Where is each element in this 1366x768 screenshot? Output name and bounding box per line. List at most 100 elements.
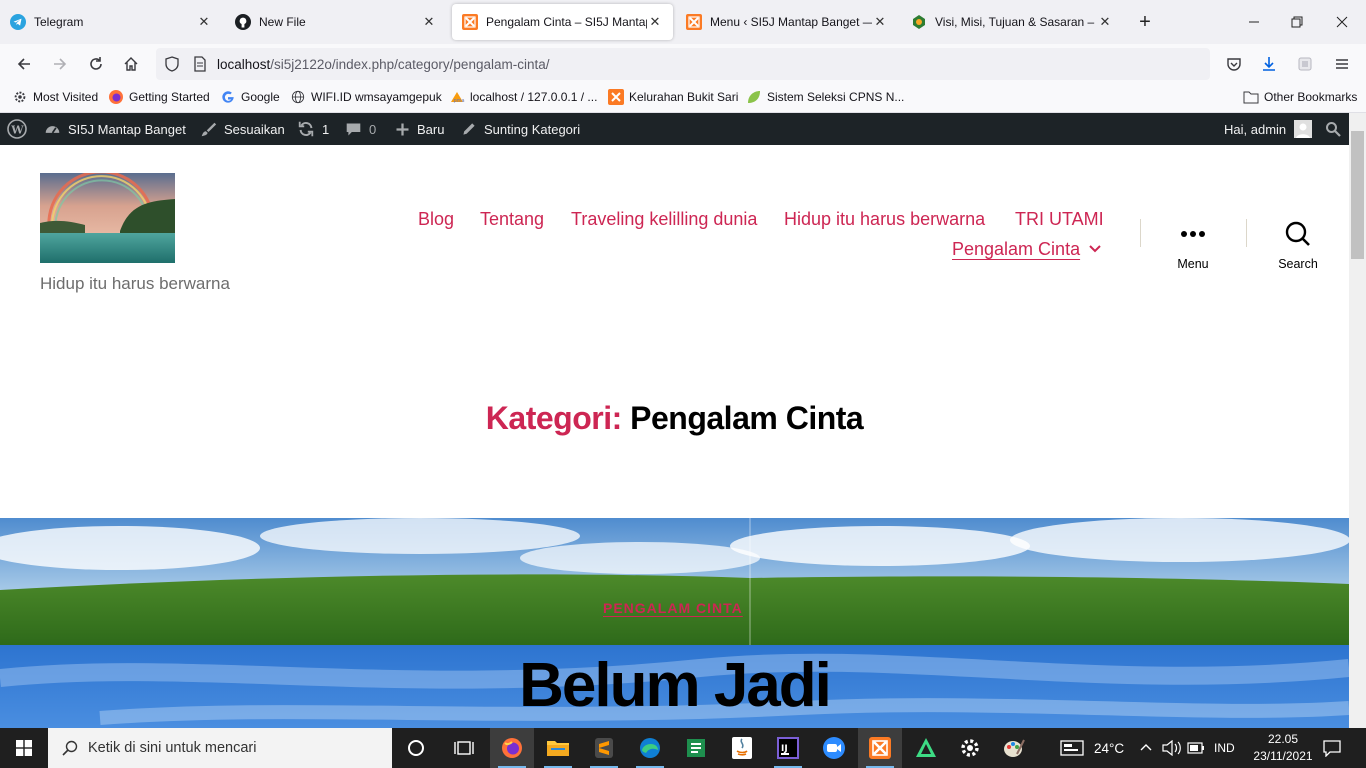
input-language[interactable]: IND bbox=[1214, 728, 1235, 768]
site-tagline: Hidup itu harus berwarna bbox=[40, 274, 230, 293]
close-tab-icon[interactable]: ✕ bbox=[1097, 14, 1113, 30]
downloads-icon[interactable] bbox=[1257, 52, 1281, 76]
close-tab-icon[interactable]: ✕ bbox=[421, 14, 437, 30]
restore-window-button[interactable] bbox=[1283, 8, 1311, 36]
admin-new[interactable]: Baru bbox=[395, 113, 444, 145]
windows-start-icon[interactable] bbox=[2, 728, 46, 768]
tab-label: New File bbox=[259, 15, 306, 29]
close-tab-icon[interactable]: ✕ bbox=[872, 14, 888, 30]
firefox-icon[interactable] bbox=[490, 728, 534, 768]
clock-date: 23/11/2021 bbox=[1253, 749, 1313, 763]
extension-icon[interactable] bbox=[1293, 52, 1317, 76]
admin-search-icon[interactable] bbox=[1325, 113, 1348, 145]
java-icon[interactable] bbox=[720, 728, 764, 768]
admin-customize[interactable]: Sesuaikan bbox=[200, 113, 285, 145]
bookmark-label: Getting Started bbox=[129, 90, 210, 104]
clock-time: 22.05 bbox=[1267, 732, 1299, 746]
tab-menu[interactable]: Menu ‹ SI5J Mantap Banget — W ✕ bbox=[676, 4, 898, 40]
text-editor-icon[interactable] bbox=[674, 728, 718, 768]
site-logo-icon bbox=[911, 14, 927, 30]
settings-gear-icon[interactable] bbox=[948, 728, 992, 768]
weather-widget[interactable]: 24°C bbox=[1060, 728, 1124, 768]
admin-site-name-label: SI5J Mantap Banget bbox=[68, 121, 186, 137]
updates-icon bbox=[298, 121, 314, 137]
firefox-icon bbox=[108, 89, 124, 105]
site-logo[interactable] bbox=[40, 173, 175, 263]
show-hidden-icons-chevron-icon[interactable] bbox=[1139, 728, 1153, 768]
post-category-link[interactable]: PENGALAM CINTA bbox=[603, 600, 743, 616]
admin-greeting: Hai, admin bbox=[1224, 121, 1287, 137]
sublime-text-icon[interactable] bbox=[582, 728, 626, 768]
paint-icon[interactable] bbox=[992, 728, 1036, 768]
intellij-icon[interactable]: IJ bbox=[766, 728, 810, 768]
admin-site-name[interactable]: SI5J Mantap Banget bbox=[44, 113, 186, 145]
new-tab-button[interactable]: + bbox=[1131, 8, 1159, 36]
plus-icon bbox=[396, 123, 409, 135]
task-view-icon[interactable] bbox=[442, 728, 486, 768]
search-toggle-label: Search bbox=[1278, 257, 1318, 271]
close-tab-icon[interactable]: ✕ bbox=[647, 14, 663, 30]
cortana-icon[interactable] bbox=[394, 728, 438, 768]
taskbar-search-box[interactable]: Ketik di sini untuk mencari bbox=[48, 728, 392, 768]
home-icon[interactable] bbox=[119, 52, 143, 76]
chevron-down-icon[interactable] bbox=[1088, 242, 1102, 261]
shield-icon[interactable] bbox=[164, 56, 180, 75]
volume-icon[interactable] bbox=[1162, 728, 1182, 768]
other-bookmarks[interactable]: Other Bookmarks bbox=[1243, 89, 1357, 105]
admin-updates[interactable]: 1 bbox=[297, 113, 329, 145]
hamburger-menu-icon[interactable] bbox=[1330, 52, 1354, 76]
search-icon bbox=[62, 740, 78, 756]
admin-customize-label: Sesuaikan bbox=[224, 121, 285, 137]
bookmark-most-visited[interactable]: Most Visited bbox=[12, 89, 98, 105]
tab-new-file[interactable]: New File ✕ bbox=[225, 4, 447, 40]
url-path: /si5j2122o/index.php/category/pengalam-c… bbox=[270, 56, 550, 72]
tab-visi-misi[interactable]: Visi, Misi, Tujuan & Sasaran – IS ✕ bbox=[901, 4, 1123, 40]
nav-pengalam-cinta[interactable]: Pengalam Cinta bbox=[952, 239, 1080, 260]
nav-tri-utami[interactable]: TRI UTAMI bbox=[1015, 209, 1104, 230]
page-info-icon[interactable] bbox=[192, 56, 208, 75]
back-arrow-icon[interactable] bbox=[12, 52, 36, 76]
bookmark-wifi-id[interactable]: WIFI.ID wmsayamgepuk bbox=[290, 89, 442, 105]
nav-tentang[interactable]: Tentang bbox=[480, 209, 544, 230]
minimize-window-button[interactable] bbox=[1240, 8, 1268, 36]
admin-comments[interactable]: 0 bbox=[345, 113, 376, 145]
bookmark-google[interactable]: Google bbox=[220, 89, 280, 105]
close-tab-icon[interactable]: ✕ bbox=[196, 14, 212, 30]
bookmark-getting-started[interactable]: Getting Started bbox=[108, 89, 210, 105]
forward-arrow-icon[interactable] bbox=[48, 52, 72, 76]
nav-blog[interactable]: Blog bbox=[418, 209, 454, 230]
reload-icon[interactable] bbox=[84, 52, 108, 76]
file-explorer-icon[interactable] bbox=[536, 728, 580, 768]
bookmark-localhost[interactable]: pma localhost / 127.0.0.1 / ... bbox=[449, 89, 597, 105]
search-toggle-button[interactable]: Search bbox=[1270, 219, 1326, 271]
tab-pengalam-cinta[interactable]: Pengalam Cinta – SI5J Mantap B ✕ bbox=[452, 4, 673, 40]
post-featured-image[interactable]: PENGALAM CINTA Belum Jadi bbox=[0, 518, 1349, 728]
menu-toggle-button[interactable]: Menu bbox=[1165, 219, 1221, 271]
google-icon bbox=[220, 89, 236, 105]
scrollbar-thumb[interactable] bbox=[1351, 131, 1364, 259]
bookmarks-bar: Most Visited Getting Started Google WIFI… bbox=[0, 84, 1366, 113]
wordpress-logo-icon[interactable]: W bbox=[7, 113, 34, 145]
android-studio-icon[interactable] bbox=[904, 728, 948, 768]
bookmark-kelurahan[interactable]: Kelurahan Bukit Sari bbox=[608, 89, 738, 105]
github-icon bbox=[235, 14, 251, 30]
tab-telegram[interactable]: Telegram ✕ bbox=[0, 4, 222, 40]
pocket-icon[interactable] bbox=[1222, 52, 1246, 76]
ellipsis-icon bbox=[1181, 231, 1205, 237]
bookmark-cpns[interactable]: Sistem Seleksi CPNS N... bbox=[746, 89, 904, 105]
close-window-button[interactable] bbox=[1328, 8, 1356, 36]
xampp-icon[interactable] bbox=[858, 728, 902, 768]
menu-toggle-label: Menu bbox=[1177, 257, 1209, 271]
nav-traveling[interactable]: Traveling kelilling dunia bbox=[571, 209, 757, 230]
admin-edit-category[interactable]: Sunting Kategori bbox=[461, 113, 580, 145]
nav-hidup[interactable]: Hidup itu harus berwarna bbox=[784, 209, 985, 230]
battery-icon[interactable] bbox=[1187, 728, 1205, 768]
tab-label: Telegram bbox=[34, 15, 84, 29]
post-title[interactable]: Belum Jadi bbox=[0, 650, 1349, 721]
notification-center-icon[interactable] bbox=[1322, 728, 1342, 768]
clock[interactable]: 22.05 23/11/2021 bbox=[1248, 728, 1318, 768]
zoom-icon[interactable] bbox=[812, 728, 856, 768]
edge-icon[interactable] bbox=[628, 728, 672, 768]
admin-account[interactable]: Hai, admin bbox=[1224, 113, 1313, 145]
address-bar[interactable]: localhost/si5j2122o/index.php/category/p… bbox=[156, 48, 1210, 80]
